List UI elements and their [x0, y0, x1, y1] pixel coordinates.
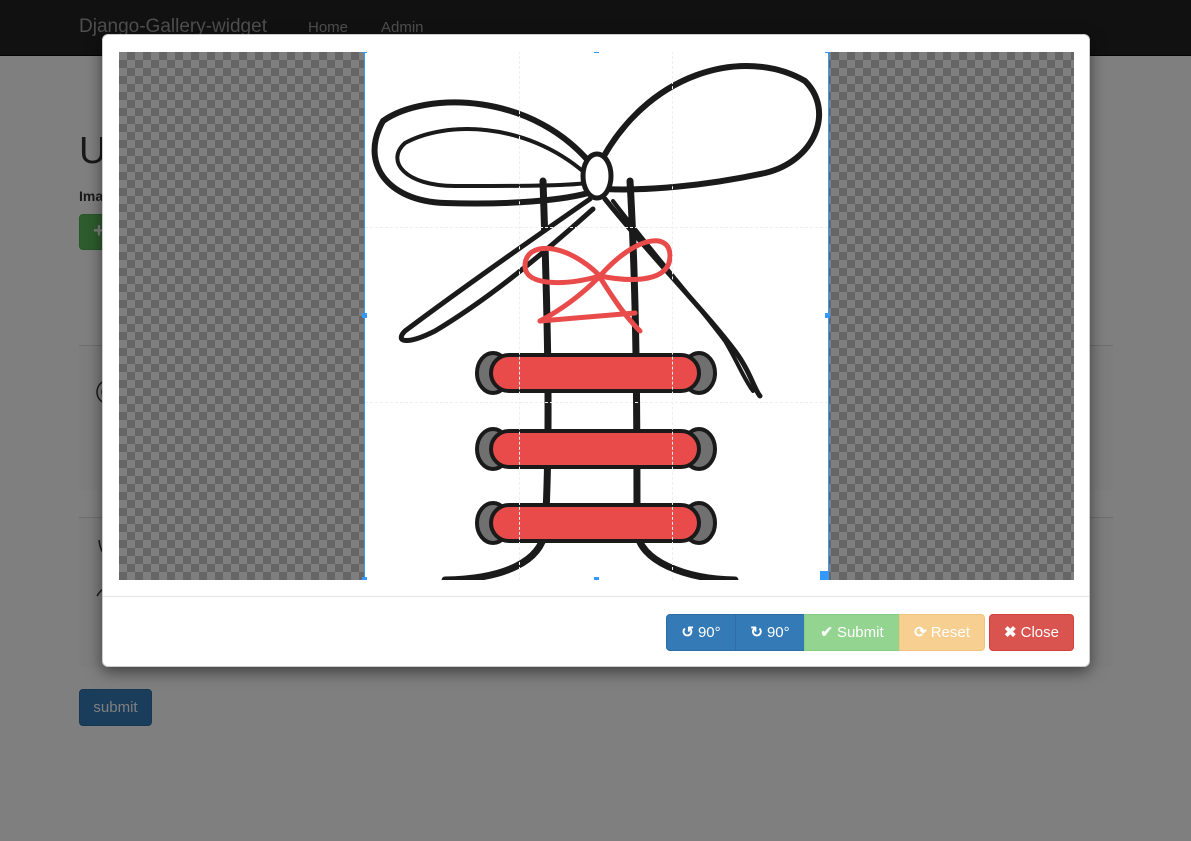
check-icon: ✔ — [820, 624, 833, 641]
rotate-right-button[interactable]: ↻ 90° — [735, 614, 805, 651]
crop-handle-e[interactable] — [825, 313, 830, 318]
image-crop-modal: ↺ 90° ↻ 90° ✔ Submit ⟳ Reset ✖ Close — [102, 34, 1090, 667]
crop-handle-sw[interactable] — [362, 577, 367, 580]
crop-handle-se[interactable] — [820, 571, 829, 580]
rotate-left-button[interactable]: ↺ 90° — [666, 614, 736, 651]
crop-canvas[interactable] — [119, 52, 1074, 580]
crop-submit-label: Submit — [836, 624, 884, 641]
crop-handle-n[interactable] — [594, 52, 599, 53]
crop-box[interactable] — [362, 52, 830, 580]
crop-guide-vertical — [519, 52, 673, 580]
rotate-left-label: 90° — [697, 624, 721, 641]
crop-handle-w[interactable] — [362, 313, 367, 318]
crop-handle-s[interactable] — [594, 577, 599, 580]
rotate-right-label: 90° — [766, 624, 790, 641]
reset-label: Reset — [930, 624, 970, 641]
refresh-icon: ⟳ — [914, 624, 927, 641]
close-icon: ✖ — [1004, 624, 1017, 641]
crop-handle-nw[interactable] — [362, 52, 367, 53]
close-label: Close — [1020, 624, 1059, 641]
rotate-right-icon: ↻ — [750, 624, 763, 641]
crop-submit-button[interactable]: ✔ Submit — [804, 614, 900, 651]
rotate-left-icon: ↺ — [681, 624, 694, 641]
close-button[interactable]: ✖ Close — [989, 614, 1074, 651]
reset-button[interactable]: ⟳ Reset — [899, 614, 985, 651]
modal-footer: ↺ 90° ↻ 90° ✔ Submit ⟳ Reset ✖ Close — [103, 596, 1089, 666]
crop-handle-ne[interactable] — [825, 52, 830, 53]
